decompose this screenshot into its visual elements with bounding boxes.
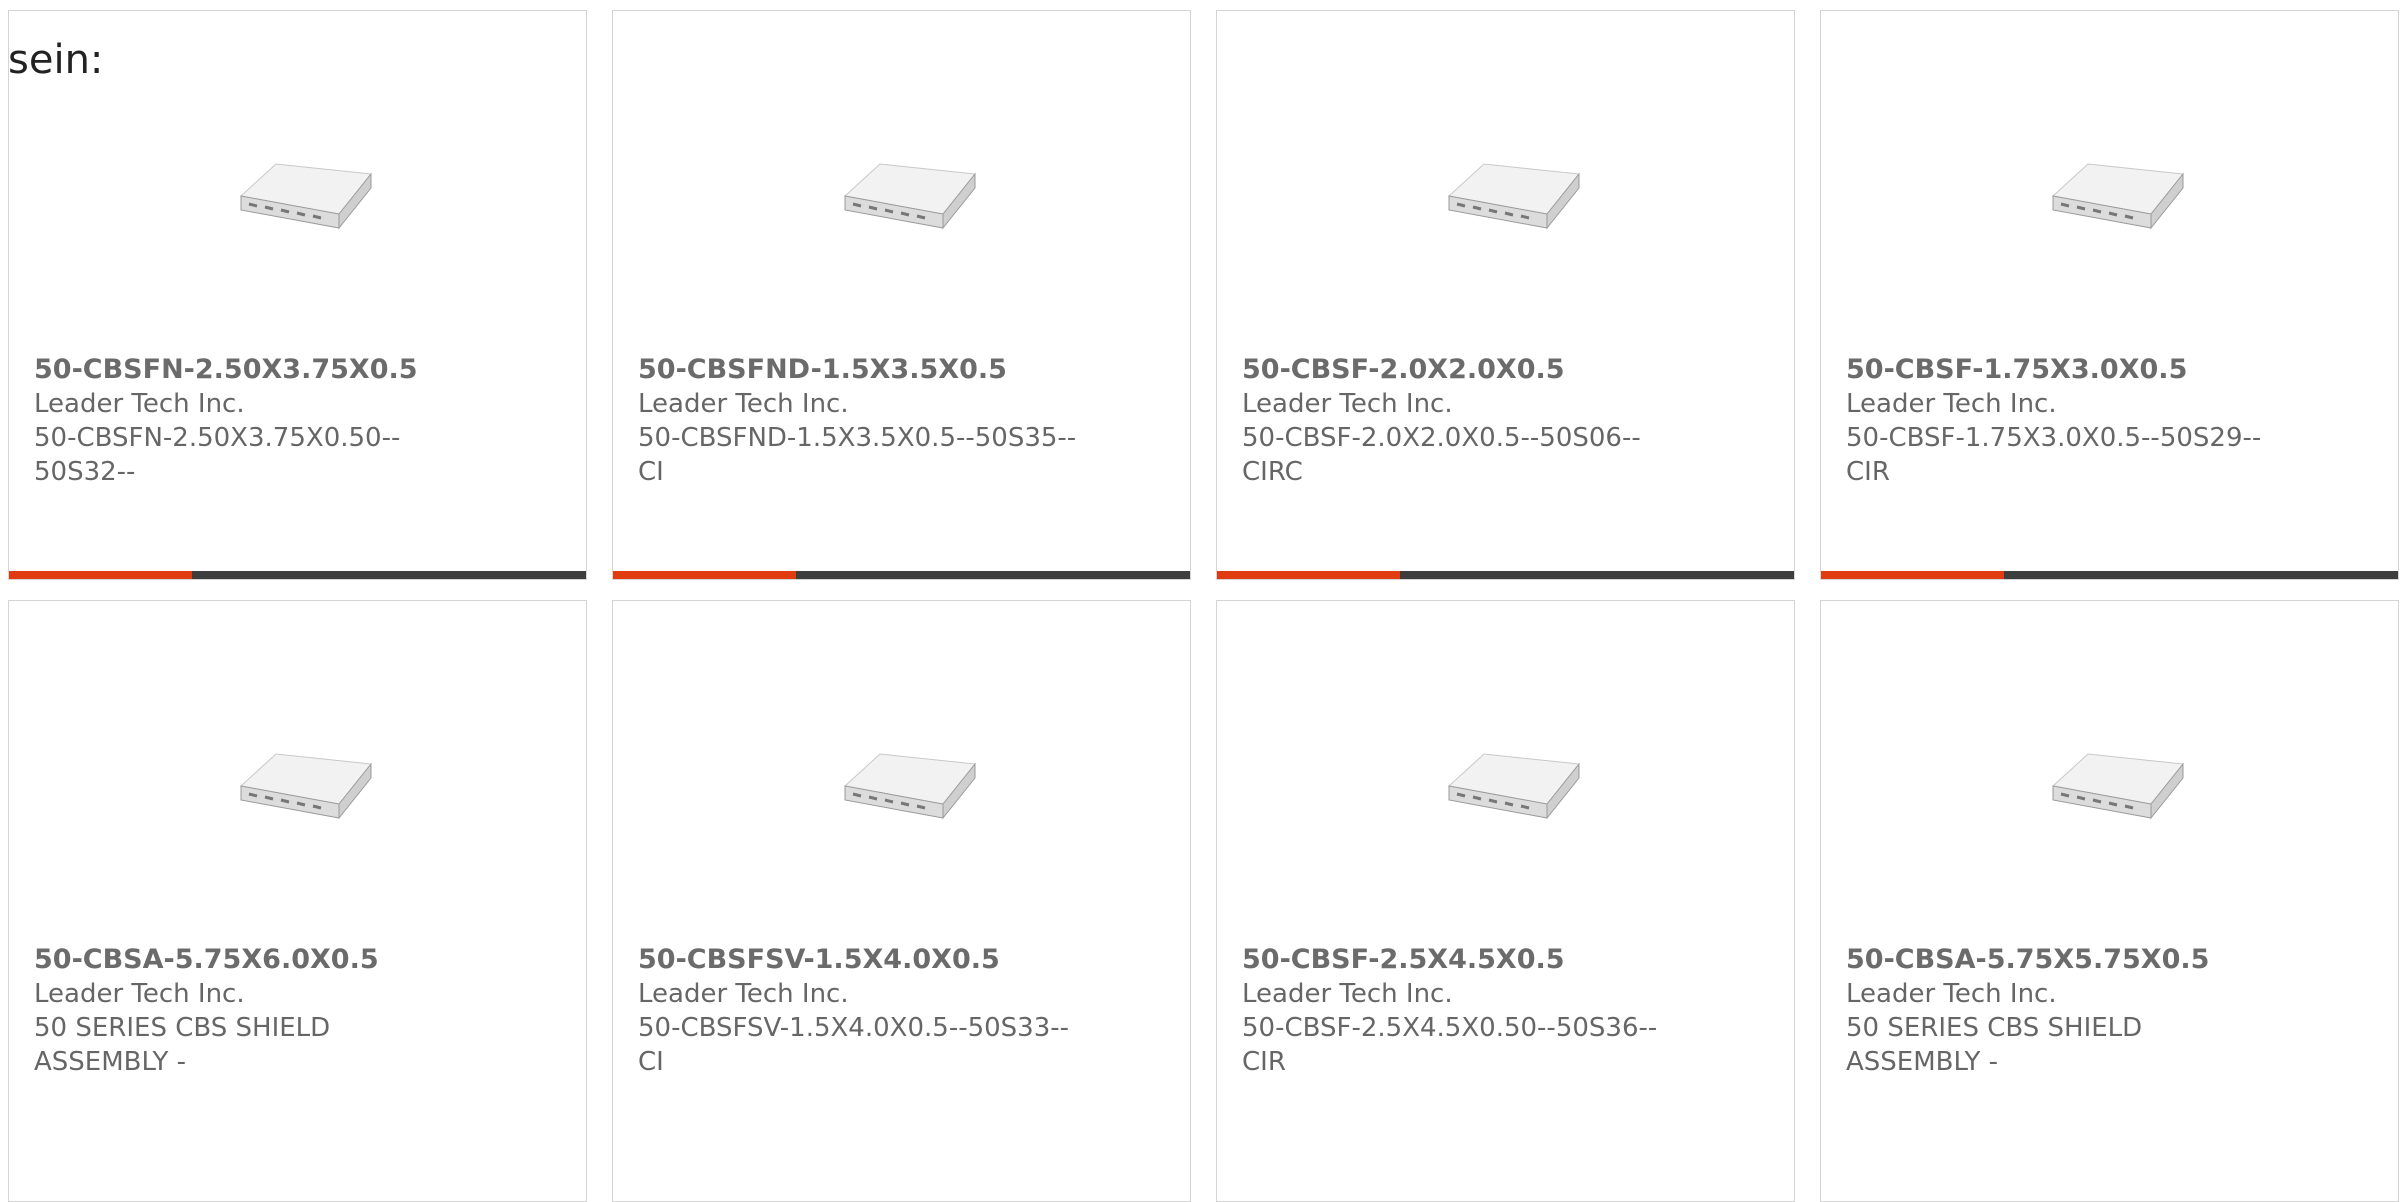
part-number-link[interactable]: 50-CBSFSV-1.5X4.0X0.5 xyxy=(638,943,1078,977)
description: 50-CBSFND-1.5X3.5X0.5--50S35-- CI xyxy=(638,423,1077,487)
manufacturer: Leader Tech Inc. xyxy=(34,979,245,1009)
part-number-link[interactable]: 50-CBSA-5.75X5.75X0.5 xyxy=(1846,943,2286,977)
product-card[interactable]: 50-CBSF-2.0X2.0X0.5 Leader Tech Inc. 50-… xyxy=(1216,10,1795,580)
product-card[interactable]: 50-CBSF-2.5X4.5X0.5 Leader Tech Inc. 50-… xyxy=(1216,600,1795,1202)
shield-enclosure-image xyxy=(239,163,372,230)
product-info: 50-CBSA-5.75X6.0X0.5 Leader Tech Inc. 50… xyxy=(34,943,474,1079)
shield-enclosure-image xyxy=(1447,163,1580,230)
product-info: 50-CBSA-5.75X5.75X0.5 Leader Tech Inc. 5… xyxy=(1846,943,2286,1079)
card-accent-bar xyxy=(613,571,796,579)
card-bottom-bar xyxy=(613,571,1190,579)
description: 50 SERIES CBS SHIELD ASSEMBLY - xyxy=(34,1013,331,1077)
product-card[interactable]: 50-CBSA-5.75X6.0X0.5 Leader Tech Inc. 50… xyxy=(8,600,587,1202)
shield-enclosure-image xyxy=(843,163,976,230)
card-accent-bar xyxy=(9,571,192,579)
manufacturer: Leader Tech Inc. xyxy=(34,389,245,419)
card-bottom-bar xyxy=(1217,571,1794,579)
card-accent-bar xyxy=(1821,571,2004,579)
description: 50-CBSF-1.75X3.0X0.5--50S29-- CIR xyxy=(1846,423,2262,487)
card-bottom-bar xyxy=(1821,571,2398,579)
description: 50-CBSF-2.5X4.5X0.50--50S36-- CIR xyxy=(1242,1013,1658,1077)
manufacturer: Leader Tech Inc. xyxy=(1846,979,2057,1009)
part-number-link[interactable]: 50-CBSA-5.75X6.0X0.5 xyxy=(34,943,474,977)
shield-enclosure-image xyxy=(1447,753,1580,820)
part-number-link[interactable]: 50-CBSFND-1.5X3.5X0.5 xyxy=(638,353,1078,387)
description: 50-CBSFSV-1.5X4.0X0.5--50S33-- CI xyxy=(638,1013,1070,1077)
product-info: 50-CBSF-2.5X4.5X0.5 Leader Tech Inc. 50-… xyxy=(1242,943,1682,1079)
description: 50 SERIES CBS SHIELD ASSEMBLY - xyxy=(1846,1013,2143,1077)
product-info: 50-CBSFSV-1.5X4.0X0.5 Leader Tech Inc. 5… xyxy=(638,943,1078,1079)
product-card[interactable]: 50-CBSFND-1.5X3.5X0.5 Leader Tech Inc. 5… xyxy=(612,10,1191,580)
product-card[interactable]: 50-CBSA-5.75X5.75X0.5 Leader Tech Inc. 5… xyxy=(1820,600,2399,1202)
intro-text: sein: xyxy=(8,37,104,83)
manufacturer: Leader Tech Inc. xyxy=(1846,389,2057,419)
part-number-link[interactable]: 50-CBSF-2.5X4.5X0.5 xyxy=(1242,943,1682,977)
product-info: 50-CBSFN-2.50X3.75X0.5 Leader Tech Inc. … xyxy=(34,353,474,489)
shield-enclosure-image xyxy=(2051,753,2184,820)
shield-enclosure-image xyxy=(239,753,372,820)
product-card[interactable]: 50-CBSFSV-1.5X4.0X0.5 Leader Tech Inc. 5… xyxy=(612,600,1191,1202)
manufacturer: Leader Tech Inc. xyxy=(1242,389,1453,419)
shield-enclosure-image xyxy=(843,753,976,820)
manufacturer: Leader Tech Inc. xyxy=(638,979,849,1009)
product-card[interactable]: 50-CBSFN-2.50X3.75X0.5 Leader Tech Inc. … xyxy=(8,10,587,580)
part-number-link[interactable]: 50-CBSFN-2.50X3.75X0.5 xyxy=(34,353,474,387)
description: 50-CBSFN-2.50X3.75X0.50-- 50S32-- xyxy=(34,423,401,487)
shield-enclosure-image xyxy=(2051,163,2184,230)
product-card[interactable]: 50-CBSF-1.75X3.0X0.5 Leader Tech Inc. 50… xyxy=(1820,10,2399,580)
product-info: 50-CBSF-2.0X2.0X0.5 Leader Tech Inc. 50-… xyxy=(1242,353,1682,489)
part-number-link[interactable]: 50-CBSF-2.0X2.0X0.5 xyxy=(1242,353,1682,387)
manufacturer: Leader Tech Inc. xyxy=(1242,979,1453,1009)
description: 50-CBSF-2.0X2.0X0.5--50S06-- CIRC xyxy=(1242,423,1641,487)
manufacturer: Leader Tech Inc. xyxy=(638,389,849,419)
product-grid: 50-CBSFN-2.50X3.75X0.5 Leader Tech Inc. … xyxy=(8,10,2399,1202)
card-bottom-bar xyxy=(9,571,586,579)
part-number-link[interactable]: 50-CBSF-1.75X3.0X0.5 xyxy=(1846,353,2286,387)
card-accent-bar xyxy=(1217,571,1400,579)
product-info: 50-CBSFND-1.5X3.5X0.5 Leader Tech Inc. 5… xyxy=(638,353,1078,489)
product-info: 50-CBSF-1.75X3.0X0.5 Leader Tech Inc. 50… xyxy=(1846,353,2286,489)
